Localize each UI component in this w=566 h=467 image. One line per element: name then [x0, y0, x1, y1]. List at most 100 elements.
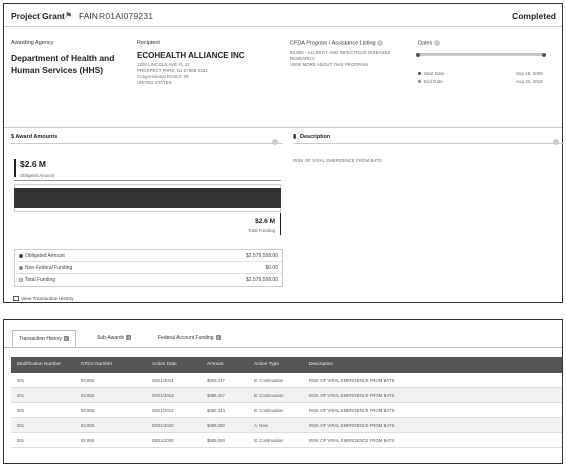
funding-row-value: $2,579,558.00 — [246, 277, 278, 283]
cell-modification: 001 — [17, 378, 25, 383]
funding-row-non-federal: Non-Federal Funding $0.00 — [15, 262, 282, 274]
start-dot-icon — [418, 72, 421, 75]
award-type-title: Project Grant — [11, 11, 65, 21]
obligated-amount-label: Obligated Amount — [20, 173, 55, 178]
award-amounts-divider — [11, 143, 283, 144]
cell-description: RISK OF VIRAL EMERGENCE FROM BATS — [309, 378, 395, 383]
cell-action-date: 08/21/2014 — [152, 378, 174, 383]
cell-action-date: 08/21/2012 — [152, 408, 174, 413]
cell-amount: $486,427 — [207, 393, 225, 398]
fain-value: R01AI079231 — [99, 11, 154, 21]
cell-amount: $499,280 — [207, 423, 225, 428]
cell-action-date: 08/21/2013 — [152, 393, 174, 398]
column-header-modification[interactable]: Modification Number — [17, 362, 61, 367]
cfda-label-text: CFDA Program / Assistance Listing — [290, 40, 376, 47]
description-info[interactable] — [553, 133, 559, 151]
history-link-text: View Transaction History — [21, 296, 74, 302]
tab-count-badge: 9 — [215, 335, 221, 340]
tab-label: Federal Account Funding — [158, 335, 214, 341]
table-row: 001 93.855 08/21/2010 $499,280 A: New RI… — [11, 418, 562, 433]
info-icon[interactable] — [377, 40, 384, 46]
total-marker — [280, 213, 281, 235]
obligated-dot-icon — [19, 254, 23, 258]
obligated-amount-value: $2.6 M — [20, 159, 46, 169]
start-date-value: Sep 18, 2009 — [516, 71, 543, 76]
column-header-action-type[interactable]: Action Type — [254, 362, 279, 367]
funding-row-value: $0.00 — [265, 265, 278, 271]
recipient-address: 1200 LINCOLN AVE FL 12 PROSPECT PARK, NJ… — [137, 62, 208, 86]
status-badge: Completed — [512, 11, 556, 21]
cfda-label: CFDA Program / Assistance Listing — [290, 40, 384, 47]
cell-cfda[interactable]: 93.855 — [81, 423, 94, 428]
cell-cfda[interactable]: 93.855 — [81, 438, 94, 443]
table-row: 001 93.855 08/21/2014 $603,417 B: Contin… — [11, 373, 562, 388]
cell-description: RISK OF VIRAL EMERGENCE FROM BATS — [309, 408, 395, 413]
header-divider — [4, 26, 562, 27]
table-icon — [13, 296, 19, 301]
column-header-amount[interactable]: Amount — [207, 362, 224, 367]
tab-transaction-history[interactable]: Transaction History 5 — [12, 330, 77, 347]
end-date-marker — [542, 52, 546, 57]
funding-row-label: Total Funding — [25, 277, 56, 283]
view-more-program-link[interactable]: VIEW MORE ABOUT THIS PROGRAM — [290, 62, 390, 68]
recipient-name[interactable]: ECOHEALTH ALLIANCE INC — [137, 51, 245, 60]
table-row: 001 93.855 08/21/2013 $486,427 B: Contin… — [11, 388, 562, 403]
cell-action-type: B: Continuation — [254, 408, 284, 413]
column-header-cfda[interactable]: CFDA Number — [81, 362, 112, 367]
end-date-row: End Date — [418, 79, 443, 85]
dates-label-text: Dates — [418, 40, 433, 47]
cell-modification: 001 — [17, 408, 25, 413]
tab-federal-account-funding[interactable]: Federal Account Funding 9 — [152, 330, 227, 347]
start-date-row: Start Date — [418, 71, 444, 77]
cell-action-type: A: New — [254, 423, 268, 428]
tab-count-badge: 5 — [63, 336, 70, 341]
obligated-line — [14, 180, 281, 181]
flag-icon: ⚑ — [65, 11, 73, 20]
view-transaction-history-link[interactable]: View Transaction History — [13, 296, 74, 302]
cell-amount: $509,090 — [207, 438, 225, 443]
description-text: RISK OF VIRAL EMERGENCE FROM BATS — [293, 158, 382, 163]
end-date-value: Aug 31, 2019 — [516, 79, 543, 84]
tab-sub-awards[interactable]: Sub-Awards 0 — [91, 330, 137, 347]
awarding-agency-name[interactable]: Department of Health and Human Services … — [11, 52, 121, 76]
column-header-action-date[interactable]: Action Date — [152, 362, 177, 367]
funding-row-label: Obligated Amount — [25, 253, 65, 259]
award-amounts-info[interactable] — [272, 133, 278, 151]
cell-cfda[interactable]: 93.855 — [81, 378, 94, 383]
description-title: Description — [300, 134, 331, 140]
column-header-description[interactable]: Description — [309, 362, 333, 367]
funding-row-total: Total Funding $2,579,558.00 — [15, 274, 282, 286]
table-row: 001 93.855 08/21/2012 $480,344 B: Contin… — [11, 403, 562, 418]
cell-action-date: 08/21/2009 — [152, 438, 174, 443]
agency-name-line-1: Department of Health and — [11, 53, 115, 63]
award-summary-panel: Project Grant ⚑ FAIN R01AI079231 Complet… — [3, 3, 564, 303]
cell-amount: $480,344 — [207, 408, 225, 413]
fain-label: FAIN — [79, 11, 98, 21]
date-progress-bar — [416, 52, 546, 57]
tab-count-badge: 0 — [126, 335, 132, 340]
cfda-program: 93.855 - ALLERGY AND INFECTIOUS DISEASES… — [290, 50, 390, 68]
info-icon[interactable] — [433, 40, 440, 46]
description-divider — [294, 143, 564, 144]
start-date-label: Start Date — [424, 71, 445, 76]
tabs-divider — [4, 347, 562, 348]
award-funding-bar[interactable] — [14, 188, 281, 208]
cell-cfda[interactable]: 93.855 — [81, 393, 94, 398]
recipient-label: Recipient — [137, 40, 160, 46]
address-line: UNITED STATES — [137, 80, 172, 85]
agency-name-line-2: Human Services (HHS) — [11, 65, 104, 75]
section-divider — [4, 127, 562, 128]
funding-row-value: $2,579,558.00 — [246, 253, 278, 259]
obligated-marker — [14, 159, 16, 177]
total-funding-label: Total Funding — [247, 228, 275, 233]
cell-modification: 001 — [17, 438, 25, 443]
non-federal-dot-icon — [19, 266, 23, 270]
funding-row-obligated: Obligated Amount $2,579,558.00 — [15, 250, 282, 262]
cell-action-type: B: Continuation — [254, 378, 284, 383]
award-amounts-title: $ Award Amounts — [11, 134, 58, 140]
end-dot-icon — [418, 80, 421, 83]
start-date-marker — [416, 52, 420, 57]
cell-cfda[interactable]: 93.855 — [81, 408, 94, 413]
tab-label: Sub-Awards — [97, 335, 125, 341]
cell-description: RISK OF VIRAL EMERGENCE FROM BATS — [309, 438, 395, 443]
